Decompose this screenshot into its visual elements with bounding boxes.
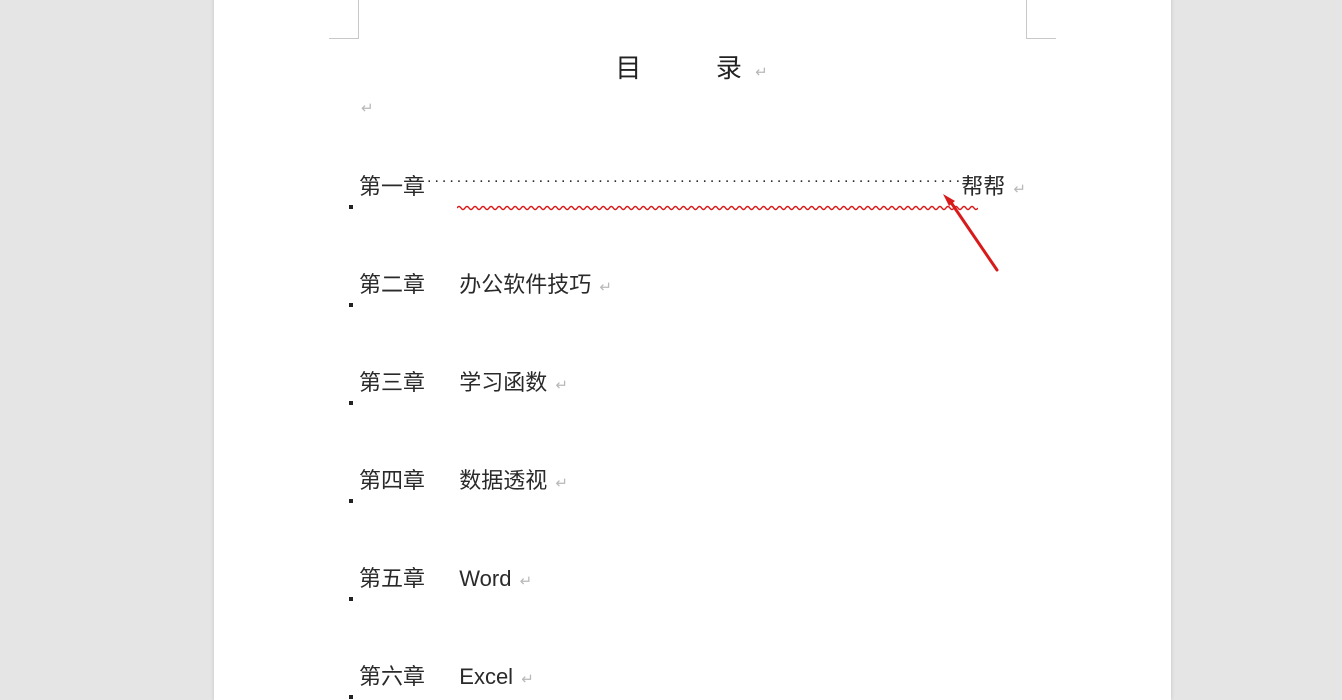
toc-entry-2[interactable]: 第二章 办公软件技巧 ↵ — [359, 267, 1026, 299]
chapter-title: 学习函数 — [459, 370, 547, 395]
toc-entry-1[interactable]: 第一章 ....................................… — [359, 169, 1026, 201]
chapter-title: 数据透视 — [459, 468, 547, 493]
paragraph-mark-icon: ↵ — [520, 573, 533, 590]
chapter-title: 办公软件技巧 — [459, 272, 591, 297]
paragraph-mark-icon: ↵ — [361, 100, 374, 117]
bullet-icon — [349, 499, 353, 503]
paragraph-mark-icon: ↵ — [1013, 181, 1026, 198]
toc-right-text: 帮帮 ↵ — [959, 169, 1026, 201]
empty-paragraph[interactable]: ↵ — [359, 99, 1026, 117]
paragraph-mark-icon: ↵ — [755, 64, 770, 81]
chapter-label: 第三章 — [359, 365, 425, 397]
paragraph-mark-icon: ↵ — [555, 475, 568, 492]
toc-entry-4[interactable]: 第四章 数据透视 ↵ — [359, 463, 1026, 495]
margin-guide-left — [329, 0, 359, 39]
document-page[interactable]: 目 录 ↵ ↵ 第一章 ............................… — [214, 0, 1171, 700]
paragraph-mark-icon: ↵ — [599, 279, 612, 296]
spellcheck-squiggle-icon — [457, 191, 978, 197]
bullet-icon — [349, 597, 353, 601]
page-content: 目 录 ↵ ↵ 第一章 ............................… — [359, 48, 1026, 691]
bullet-icon — [349, 303, 353, 307]
tab-leader: ........................................… — [427, 169, 978, 195]
chapter-title: Word — [459, 566, 511, 591]
paragraph-mark-icon: ↵ — [521, 671, 534, 688]
bullet-icon — [349, 205, 353, 209]
title-char-2: 录 — [716, 53, 744, 83]
title-char-1: 目 — [615, 53, 643, 83]
toc-entry-6[interactable]: 第六章 Excel ↵ — [359, 659, 1026, 691]
toc-entry-3[interactable]: 第三章 学习函数 ↵ — [359, 365, 1026, 397]
toc-entry-5[interactable]: 第五章 Word ↵ — [359, 561, 1026, 593]
margin-guide-right — [1026, 0, 1056, 39]
chapter-label: 第五章 — [359, 561, 425, 593]
bullet-icon — [349, 401, 353, 405]
right-text-value: 帮帮 — [961, 174, 1005, 199]
chapter-label: 第二章 — [359, 267, 425, 299]
chapter-label: 第四章 — [359, 463, 425, 495]
leader-dots: ........................................… — [427, 169, 978, 187]
paragraph-mark-icon: ↵ — [555, 377, 568, 394]
title-line[interactable]: 目 录 ↵ — [359, 48, 1026, 85]
bullet-icon — [349, 695, 353, 699]
chapter-label: 第一章 — [359, 169, 425, 201]
chapter-label: 第六章 — [359, 659, 425, 691]
chapter-title: Excel — [459, 664, 513, 689]
